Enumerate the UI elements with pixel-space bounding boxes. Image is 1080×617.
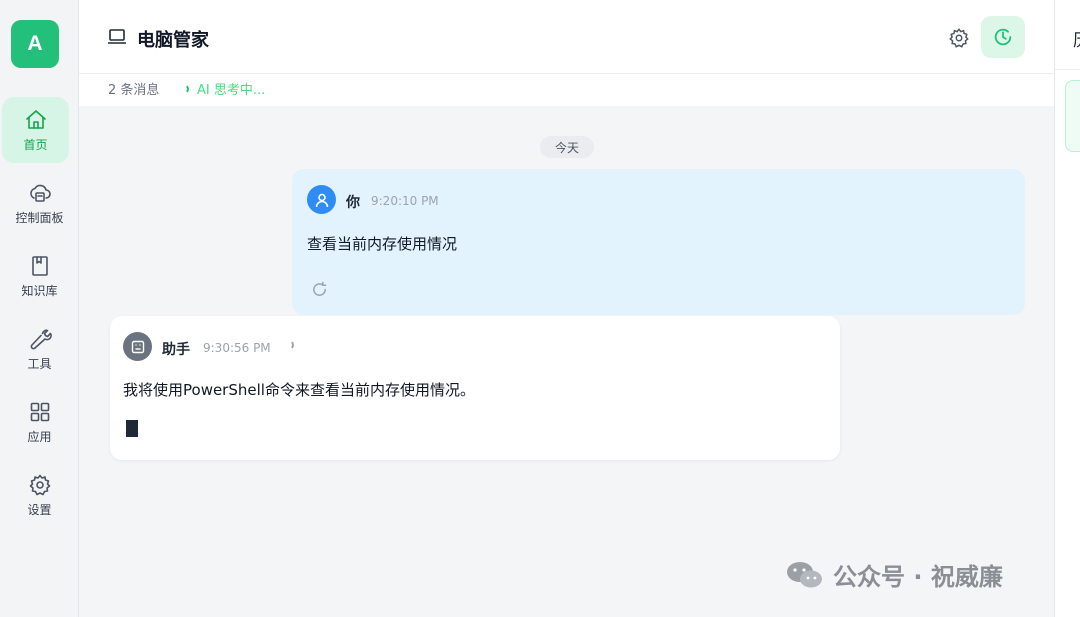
- user-message: 你 9:20:10 PM 查看当前内存使用情况: [292, 169, 1025, 315]
- sidebar-item-label: 知识库: [21, 283, 58, 298]
- chat-status-bar: 2 条消息 AI 思考中...: [79, 74, 1054, 106]
- message-text: 查看当前内存使用情况: [307, 235, 458, 253]
- thinking-status: AI 思考中...: [179, 79, 265, 98]
- app-logo[interactable]: A: [11, 20, 59, 68]
- sidebar: A 首页 控制面板 知识库 工具 应用 设置: [0, 0, 79, 617]
- watermark: 公众号 · 祝威廉: [785, 557, 1003, 592]
- watermark-text: 公众号 · 祝威廉: [833, 563, 1003, 591]
- gear-icon: [949, 28, 969, 48]
- loading-spinner-icon: [179, 83, 189, 94]
- wrench-icon: [30, 329, 52, 349]
- cloud-server-icon: [29, 184, 51, 202]
- sidebar-item-label: 工具: [27, 356, 52, 371]
- typing-cursor: [126, 420, 138, 437]
- message-author: 助手: [162, 342, 190, 358]
- page-title: 电脑管家: [137, 30, 209, 51]
- user-avatar: [307, 185, 336, 214]
- user-icon: [315, 193, 328, 207]
- sidebar-item-label: 设置: [27, 502, 52, 517]
- assistant-message: 助手 9:30:56 PM 我将使用PowerShell命令来查看当前内存使用情…: [110, 316, 840, 460]
- history-clock-icon: [994, 28, 1012, 46]
- sidebar-item-label: 控制面板: [15, 210, 64, 225]
- book-icon: [31, 255, 48, 276]
- robot-icon: [131, 340, 144, 353]
- chat-area[interactable]: 今天 你 9:20:10 PM 查看当前内存使用情况 助手 9:30:56 PM…: [79, 106, 1054, 617]
- message-time: 9:30:56 PM: [203, 341, 271, 355]
- sidebar-item-tools[interactable]: 工具: [0, 316, 79, 382]
- loading-spinner-icon: [284, 340, 294, 350]
- right-panel-title: 历: [1073, 26, 1080, 51]
- message-time: 9:20:10 PM: [371, 194, 439, 208]
- history-button[interactable]: [981, 16, 1025, 58]
- right-panel-card[interactable]: [1065, 80, 1080, 152]
- thinking-label: AI 思考中...: [197, 83, 266, 98]
- message-count: 2 条消息: [108, 83, 160, 98]
- home-icon: [25, 109, 46, 129]
- sidebar-item-label: 首页: [23, 137, 48, 152]
- gear-icon: [29, 474, 50, 495]
- sidebar-item-settings[interactable]: 设置: [0, 462, 79, 528]
- settings-button[interactable]: [946, 25, 972, 51]
- wechat-icon: [787, 561, 822, 587]
- sidebar-item-apps[interactable]: 应用: [0, 389, 79, 455]
- laptop-icon: [108, 29, 126, 44]
- message-author: 你: [346, 195, 360, 211]
- sidebar-item-knowledge-base[interactable]: 知识库: [0, 243, 79, 309]
- sidebar-item-home[interactable]: 首页: [2, 97, 69, 163]
- apps-grid-icon: [30, 402, 49, 421]
- sidebar-item-control-panel[interactable]: 控制面板: [0, 170, 79, 236]
- date-divider: 今天: [540, 136, 594, 158]
- message-text: 我将使用PowerShell命令来查看当前内存使用情况。: [123, 381, 475, 399]
- refresh-icon[interactable]: [311, 281, 328, 298]
- assistant-avatar: [123, 332, 152, 361]
- right-panel-header: 历: [1055, 0, 1080, 70]
- right-panel: 历: [1054, 0, 1080, 617]
- chat-header: 电脑管家: [79, 0, 1054, 74]
- sidebar-item-label: 应用: [27, 429, 52, 444]
